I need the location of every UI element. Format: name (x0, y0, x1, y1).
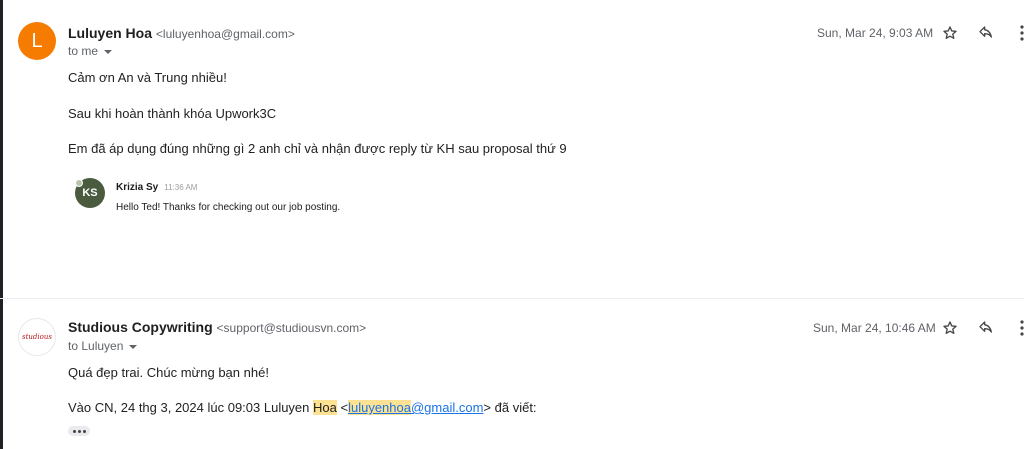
email-message: studious Studious Copywriting <support@s… (0, 299, 1024, 449)
more-vert-icon (1020, 25, 1024, 41)
message-date: Sun, Mar 24, 9:03 AM (817, 26, 934, 40)
attribution-suffix: > đã viết: (483, 400, 537, 415)
message-body-line: Em đã áp dụng đúng những gì 2 anh chỉ và… (68, 141, 567, 156)
message-body-line: Quá đẹp trai. Chúc mừng bạn nhé! (68, 365, 269, 380)
quoted-header: Krizia Sy 11:36 AM (116, 182, 197, 193)
star-button[interactable] (940, 318, 960, 338)
sender-name[interactable]: Studious Copywriting (68, 319, 213, 335)
caret-down-icon (129, 345, 138, 349)
reply-button[interactable] (976, 318, 996, 338)
star-icon (943, 321, 957, 334)
recipient-label: to me (68, 44, 99, 58)
recipient-dropdown[interactable]: to me (68, 44, 113, 58)
more-options-button[interactable] (1012, 318, 1024, 338)
sender-email: <support@studiousvn.com> (216, 321, 367, 335)
email-link-highlight: luluyenhoa (348, 400, 411, 415)
attribution-prefix: Vào CN, 24 thg 3, 2024 lúc 09:03 Luluyen (68, 400, 314, 415)
sender-email: <luluyenhoa@gmail.com> (155, 27, 295, 41)
reply-icon (979, 26, 992, 38)
more-vert-icon (1020, 320, 1024, 336)
highlighted-name: Hoa (313, 400, 337, 415)
email-message: L Luluyen Hoa <luluyenhoa@gmail.com> to … (0, 0, 1024, 298)
quoted-name: Krizia Sy (116, 182, 159, 193)
sender-info: Luluyen Hoa <luluyenhoa@gmail.com> (68, 25, 295, 41)
quote-attribution: Vào CN, 24 thg 3, 2024 lúc 09:03 Luluyen… (68, 400, 537, 415)
show-trimmed-content-button[interactable] (68, 426, 90, 436)
caret-down-icon (104, 50, 113, 54)
recipient-dropdown[interactable]: to Luluyen (68, 339, 138, 353)
sender-name[interactable]: Luluyen Hoa (68, 25, 152, 41)
quoted-time: 11:36 AM (164, 183, 198, 192)
reply-button[interactable] (976, 23, 996, 43)
quoted-text: Hello Ted! Thanks for checking out our j… (116, 202, 341, 213)
attribution-lt: < (336, 400, 349, 415)
email-link-rest: @gmail.com (410, 400, 484, 415)
sender-avatar[interactable]: studious (18, 318, 56, 356)
more-options-button[interactable] (1012, 23, 1024, 43)
recipient-label: to Luluyen (68, 339, 124, 353)
email-link[interactable]: luluyenhoa@gmail.com (348, 400, 483, 415)
message-date: Sun, Mar 24, 10:46 AM (813, 321, 936, 335)
presence-indicator (75, 179, 83, 187)
star-button[interactable] (940, 23, 960, 43)
sender-info: Studious Copywriting <support@studiousvn… (68, 319, 366, 335)
message-body-line: Sau khi hoàn thành khóa Upwork3C (68, 106, 277, 121)
message-body-line: Cảm ơn An và Trung nhiều! (68, 70, 227, 85)
star-icon (943, 26, 957, 39)
reply-icon (979, 321, 992, 333)
sender-avatar[interactable]: L (18, 22, 56, 60)
